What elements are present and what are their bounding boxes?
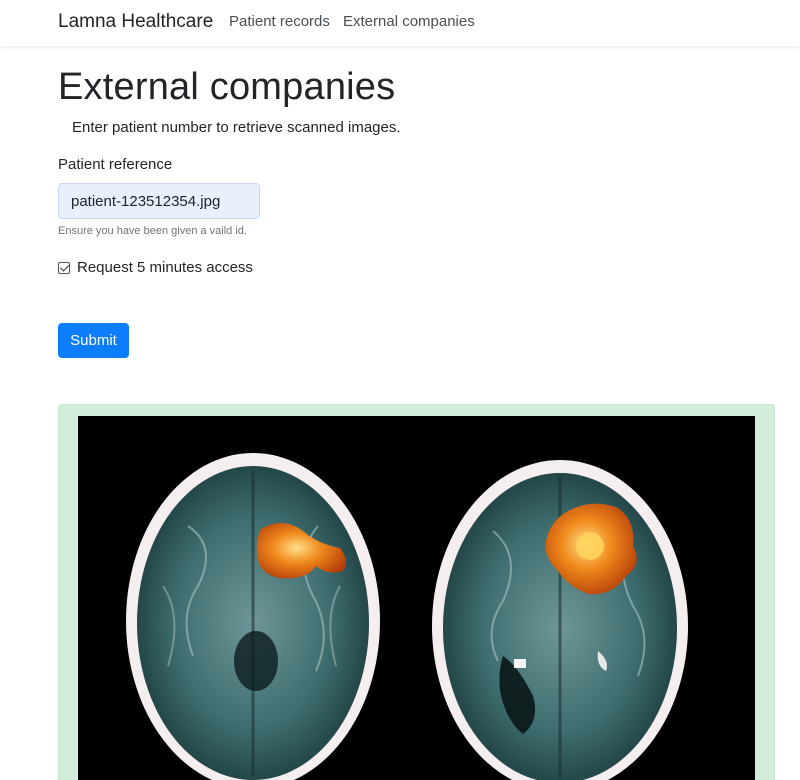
patient-reference-input[interactable] (58, 183, 260, 219)
navbar: Lamna Healthcare Patient records Externa… (0, 0, 800, 46)
submit-button[interactable]: Submit (58, 323, 129, 358)
page-title: External companies (58, 66, 396, 108)
access-checkbox[interactable] (58, 261, 70, 274)
access-checkbox-label: Request 5 minutes access (77, 259, 253, 276)
page-lead-text: Enter patient number to retrieve scanned… (72, 119, 401, 136)
patient-reference-help: Ensure you have been given a vaild id. (58, 225, 247, 237)
access-checkbox-row[interactable]: Request 5 minutes access (58, 259, 253, 276)
nav-link-external-companies[interactable]: External companies (343, 13, 475, 30)
navbar-brand[interactable]: Lamna Healthcare (58, 11, 213, 33)
patient-reference-label: Patient reference (58, 156, 173, 173)
nav-link-patient-records[interactable]: Patient records (229, 13, 330, 30)
brain-scan-image (78, 416, 755, 780)
